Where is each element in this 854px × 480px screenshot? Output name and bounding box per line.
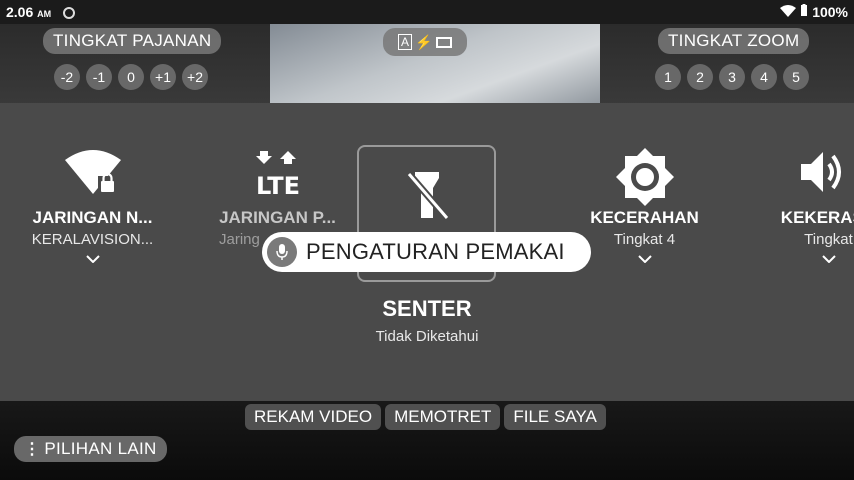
camera-mode-bar: REKAM VIDEO MEMOTRET FILE SAYA xyxy=(245,404,606,430)
exposure-level[interactable]: -1 xyxy=(86,64,112,90)
status-time: 2.06 AM xyxy=(6,4,76,20)
exposure-levels: -2 -1 0 +1 +2 xyxy=(54,64,208,90)
microphone-icon xyxy=(267,237,297,267)
chevron-down-icon[interactable] xyxy=(756,250,854,266)
battery-icon xyxy=(800,4,812,20)
toast-label: PENGATURAN PEMAKAI xyxy=(306,239,565,264)
record-video-button[interactable]: REKAM VIDEO xyxy=(245,404,382,430)
toast: PENGATURAN PEMAKAI xyxy=(262,232,591,272)
flash-auto-icon: ⚡ xyxy=(415,33,434,50)
zoom-level[interactable]: 1 xyxy=(655,64,681,90)
aspect-ratio-icon xyxy=(436,36,453,48)
battery-level: 100% xyxy=(812,4,848,20)
camera-mode-icons[interactable]: A ⚡ xyxy=(383,28,467,56)
time-text: 2.06 xyxy=(6,4,34,20)
zoom-level[interactable]: 2 xyxy=(687,64,713,90)
take-photo-button[interactable]: MEMOTRET xyxy=(385,404,501,430)
tile-title: JARINGAN N... xyxy=(32,208,153,227)
tile-subtitle: Tidak Diketahui xyxy=(375,328,479,345)
exposure-level[interactable]: +2 xyxy=(182,64,208,90)
exposure-label: TINGKAT PAJANAN xyxy=(43,28,222,54)
flashlight-labels: SENTER Tidak Diketahui xyxy=(340,296,514,345)
ampm-text: AM xyxy=(37,9,52,19)
tile-title: SENTER xyxy=(382,296,472,321)
my-files-button[interactable]: FILE SAYA xyxy=(504,404,606,430)
exposure-level[interactable]: 0 xyxy=(118,64,144,90)
chevron-down-icon[interactable] xyxy=(572,250,717,266)
chevron-down-icon[interactable] xyxy=(20,250,165,266)
zoom-levels: 1 2 3 4 5 xyxy=(655,64,809,90)
more-vert-icon: ⋮ xyxy=(24,441,41,458)
tile-subtitle: Tingkat xyxy=(804,231,853,248)
zoom-level[interactable]: 5 xyxy=(783,64,809,90)
status-bar: 2.06 AM 100% xyxy=(0,0,854,24)
brightness-icon xyxy=(572,148,717,208)
notification-icon xyxy=(63,7,76,19)
zoom-level[interactable]: 3 xyxy=(719,64,745,90)
auto-mode-icon: A xyxy=(397,34,413,50)
more-options-label: PILIHAN LAIN xyxy=(44,439,157,458)
tile-title: JARINGAN P... xyxy=(219,208,336,227)
tile-volume[interactable]: KEKERASA Tingkat xyxy=(756,148,854,266)
status-right: 100% xyxy=(780,4,848,20)
tile-subtitle: KERALAVISION... xyxy=(31,231,154,248)
more-options-button[interactable]: ⋮ PILIHAN LAIN xyxy=(14,436,167,462)
tile-subtitle: Tingkat 4 xyxy=(613,231,676,248)
zoom-level[interactable]: 4 xyxy=(751,64,777,90)
lte-icon: LTE xyxy=(205,148,350,208)
exposure-level[interactable]: +1 xyxy=(150,64,176,90)
tile-brightness[interactable]: KECERAHAN Tingkat 4 xyxy=(572,148,717,266)
svg-text:LTE: LTE xyxy=(255,172,299,198)
volume-icon xyxy=(756,148,854,208)
wifi-icon xyxy=(20,148,165,208)
wifi-status-icon xyxy=(780,4,800,20)
tile-title: KECERAHAN xyxy=(590,208,699,227)
tile-wifi[interactable]: JARINGAN N... KERALAVISION... xyxy=(20,148,165,266)
zoom-label: TINGKAT ZOOM xyxy=(658,28,810,54)
exposure-level[interactable]: -2 xyxy=(54,64,80,90)
tile-title: KEKERASA xyxy=(780,208,854,227)
